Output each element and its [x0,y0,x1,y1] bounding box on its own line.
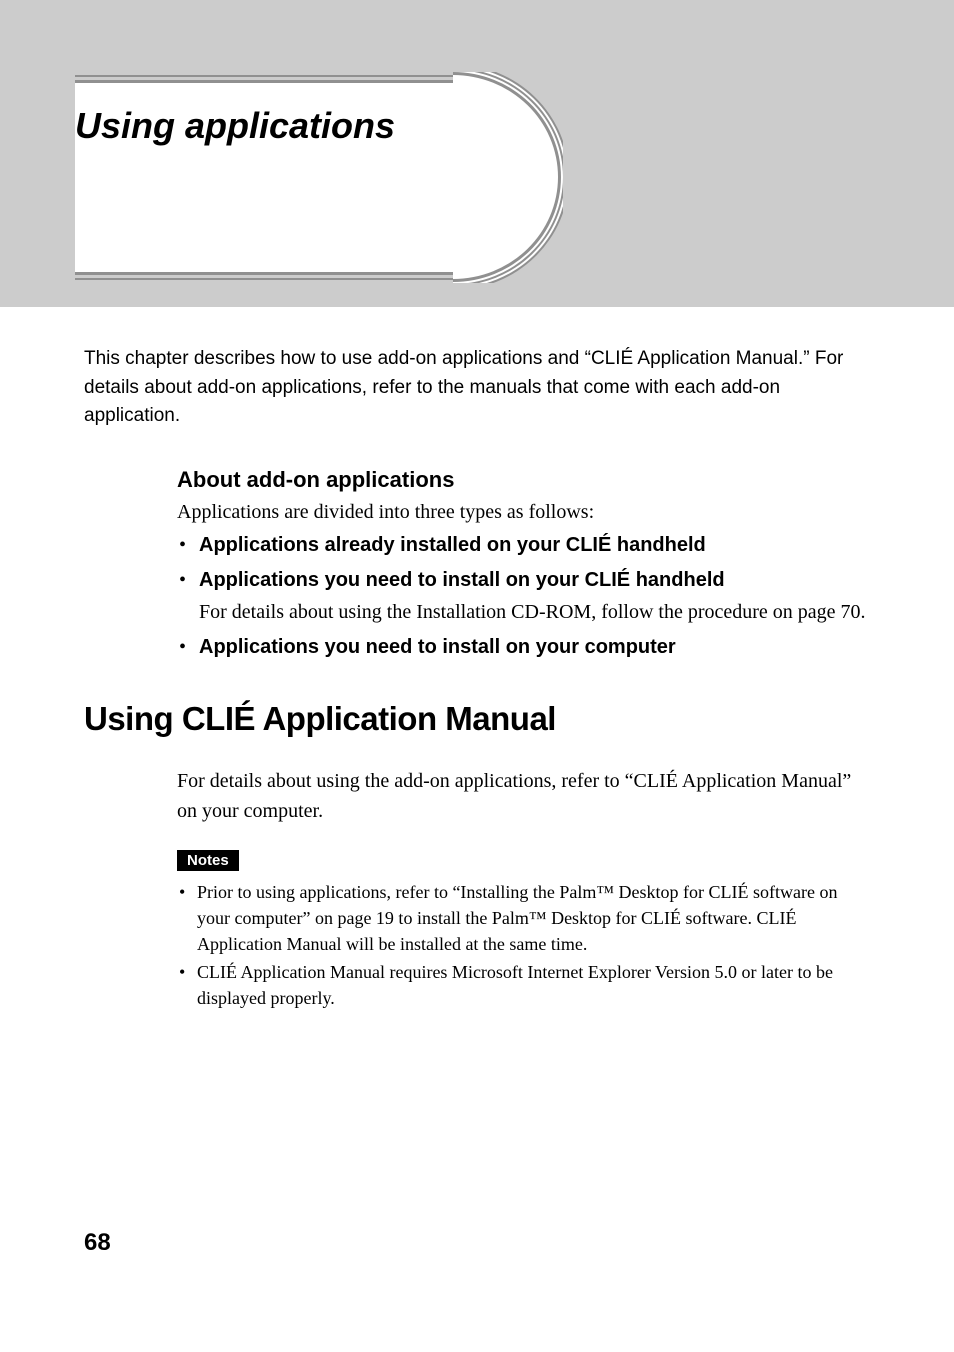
bullet-detail: For details about using the Installation… [199,597,869,627]
bullet-title: Applications already installed on your C… [199,534,706,556]
note-item: Prior to using applications, refer to “I… [177,879,869,957]
body-paragraph: For details about using the add-on appli… [177,766,869,826]
list-item: Applications you need to install on your… [177,565,869,627]
page-number: 68 [84,1229,111,1257]
header-banner: Using applications [0,0,954,307]
notes-list: Prior to using applications, refer to “I… [177,879,869,1011]
list-item: Applications already installed on your C… [177,530,869,560]
chapter-title: Using applications [75,105,395,147]
bullet-title: Applications you need to install on your… [199,636,676,658]
section-intro: Applications are divided into three type… [177,501,869,524]
title-curve [453,72,563,283]
content-area: This chapter describes how to use add-on… [0,307,954,1011]
intro-paragraph: This chapter describes how to use add-on… [84,345,869,431]
list-item: Applications you need to install on your… [177,632,869,662]
section-heading-about: About add-on applications [177,467,869,493]
note-item: CLIÉ Application Manual requires Microso… [177,959,869,1011]
main-heading: Using CLIÉ Application Manual [84,700,869,738]
bullet-title: Applications you need to install on your… [199,569,725,591]
bullet-list: Applications already installed on your C… [177,530,869,662]
notes-label: Notes [177,850,239,871]
